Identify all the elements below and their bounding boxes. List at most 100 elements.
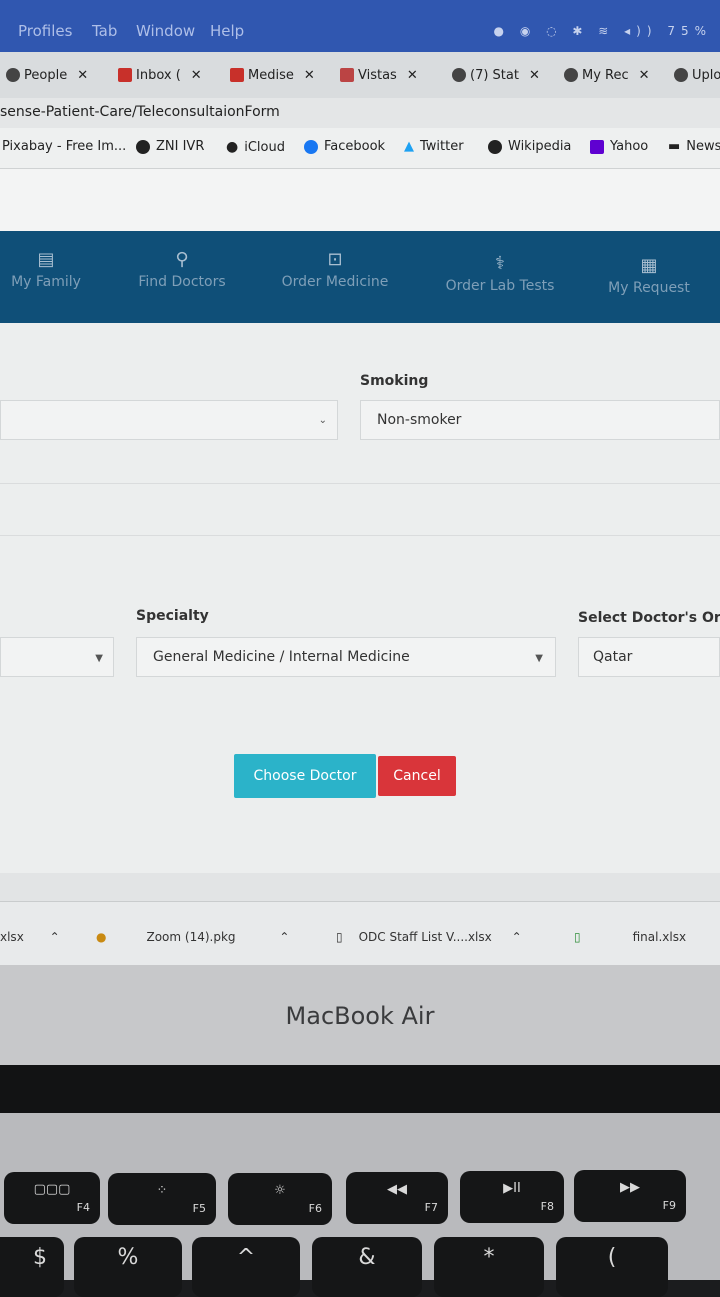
tab-label: Uplo [692,67,720,83]
key-glyph: % [117,1245,139,1270]
choose-doctor-button[interactable]: Choose Doctor [234,754,376,798]
yahoo-icon [590,139,604,154]
close-icon[interactable]: ✕ [407,68,418,83]
download-item[interactable]: ▯ ODC Staff List V....xlsx ⌃ [336,930,522,944]
key-8[interactable]: * [434,1237,544,1297]
downloads-bar: xlsx ⌃ ● Zoom (14).pkg ⌃ ▯ ODC Staff List … [0,901,720,965]
browser-tab[interactable]: Medise ✕ [230,62,324,88]
key-glyph: ( [607,1245,617,1270]
key-f8[interactable]: ▶II F8 [460,1171,564,1223]
gmail-icon [230,68,244,82]
browser-tab[interactable]: Inbox (✕ [118,62,212,88]
download-item[interactable]: ▯ final.xlsx [574,930,686,944]
browser-tab[interactable]: (7) Stat ✕ [452,62,548,88]
close-icon[interactable]: ✕ [529,68,540,83]
folder-icon: ▬ [668,139,681,154]
left-select[interactable]: ⌄ [0,400,338,440]
menu-tab[interactable]: Tab [92,22,117,40]
chevron-up-icon[interactable]: ⌃ [279,930,289,944]
doctor-origin-select[interactable]: Qatar [578,637,720,677]
key-f9[interactable]: ▶▶ F9 [574,1170,686,1222]
key-7[interactable]: & [312,1237,422,1297]
stethoscope-icon: ⚕ [495,253,505,274]
request-icon: ▦ [640,255,658,276]
doctor-origin-label: Select Doctor's Orig [578,610,720,626]
browser-tab[interactable]: People ✕ [6,62,98,88]
bookmark-item[interactable]: Facebook [304,139,385,154]
bookmark-item[interactable]: Yahoo [590,139,648,154]
globe-icon [136,139,150,154]
address-bar[interactable]: sense-Patient-Care/TeleconsultaionForm [0,98,720,128]
macos-menubar: Profiles Tab Window Help ● ◉ ◌ ✱ ≋ ◂)) 7… [0,0,720,52]
key-f4[interactable]: ▢▢▢ F4 [4,1172,100,1224]
browser-tab[interactable]: Vistas ✕ [340,62,434,88]
bookmark-item[interactable]: ▬ News [668,139,720,154]
key-4[interactable]: $ [0,1237,64,1297]
key-9[interactable]: ( [556,1237,668,1297]
key-6[interactable]: ^ [192,1237,300,1297]
chevron-up-icon[interactable]: ⌃ [50,930,60,944]
file-icon: ▯ [336,930,343,944]
bookmark-item[interactable]: Wikipedia [488,139,571,154]
key-glyph: ◀◀ [387,1182,407,1197]
key-glyph: & [358,1245,376,1270]
download-item[interactable]: xlsx ⌃ [0,930,60,944]
close-icon[interactable]: ✕ [191,68,202,83]
divider [0,483,720,484]
globe-icon [488,139,502,154]
key-glyph: * [483,1245,495,1270]
tab-label: My Rec [582,67,629,83]
download-label: xlsx [0,930,24,944]
package-icon: ● [96,930,107,944]
tab-label: Vistas [358,67,397,83]
key-f6[interactable]: ☼ F6 [228,1173,332,1225]
facebook-icon [304,139,318,154]
nav-order-lab-tests[interactable]: ⚕ Order Lab Tests [444,253,556,294]
download-label: final.xlsx [632,930,687,944]
nav-label: Find Doctors [138,274,226,290]
specialty-label: Specialty [136,608,209,624]
laptop-hinge [0,1065,720,1113]
apple-icon: ● [226,139,239,155]
smoking-select[interactable]: Non-smoker [360,400,720,440]
divider [0,535,720,536]
key-f5[interactable]: ⁘ F5 [108,1173,216,1225]
menu-window[interactable]: Window [136,22,195,40]
key-f7[interactable]: ◀◀ F7 [346,1172,448,1224]
bookmark-item[interactable]: ● iCloud [226,139,285,155]
menu-profiles[interactable]: Profiles [18,22,72,40]
menu-help[interactable]: Help [210,22,244,40]
close-icon[interactable]: ✕ [77,68,88,83]
chevron-up-icon[interactable]: ⌃ [512,930,522,944]
nav-my-family[interactable]: ▤ My Family [10,249,82,290]
search-icon: ⚲ [175,249,189,270]
bookmark-label: Wikipedia [508,139,572,154]
laptop-brand: MacBook Air [285,1002,435,1030]
nav-find-doctors[interactable]: ⚲ Find Doctors [136,249,228,290]
globe-icon [452,68,466,82]
key-glyph: ▶II [503,1181,521,1196]
browser-tab[interactable]: My Rec ✕ [564,62,656,88]
key-label: F4 [76,1201,90,1214]
keyboard-deck: ▢▢▢ F4 ⁘ F5 ☼ F6 ◀◀ F7 ▶II F8 ▶▶ F9 $ % ^ & * … [0,1113,720,1297]
specialty-select[interactable]: General Medicine / Internal Medicine ▼ [136,637,556,677]
close-icon[interactable]: ✕ [639,68,650,83]
bookmark-item[interactable]: ▲ Twitter [404,139,464,154]
key-glyph: ▶▶ [620,1180,640,1195]
bookmark-item[interactable]: Pixabay - Free Im... [2,139,126,154]
close-icon[interactable]: ✕ [304,68,315,83]
cancel-button[interactable]: Cancel [378,756,456,796]
nav-my-request[interactable]: ▦ My Request [606,255,692,296]
nav-order-medicine[interactable]: ⊡ Order Medicine [280,249,390,290]
left-select-2[interactable]: ▼ [0,637,114,677]
key-label: F5 [192,1202,206,1215]
bookmarks-bar: Pixabay - Free Im... ZNI IVR ● iCloud Fac… [0,128,720,169]
key-glyph: ^ [236,1245,256,1270]
download-item[interactable]: ● Zoom (14).pkg ⌃ [96,930,289,944]
main-nav: ▤ My Family ⚲ Find Doctors ⊡ Order Medicine… [0,231,720,323]
gmail-icon [118,68,132,82]
bookmark-label: Facebook [324,139,386,154]
bookmark-item[interactable]: ZNI IVR [136,139,204,154]
browser-tab[interactable]: Uplo [674,62,720,88]
key-5[interactable]: % [74,1237,182,1297]
